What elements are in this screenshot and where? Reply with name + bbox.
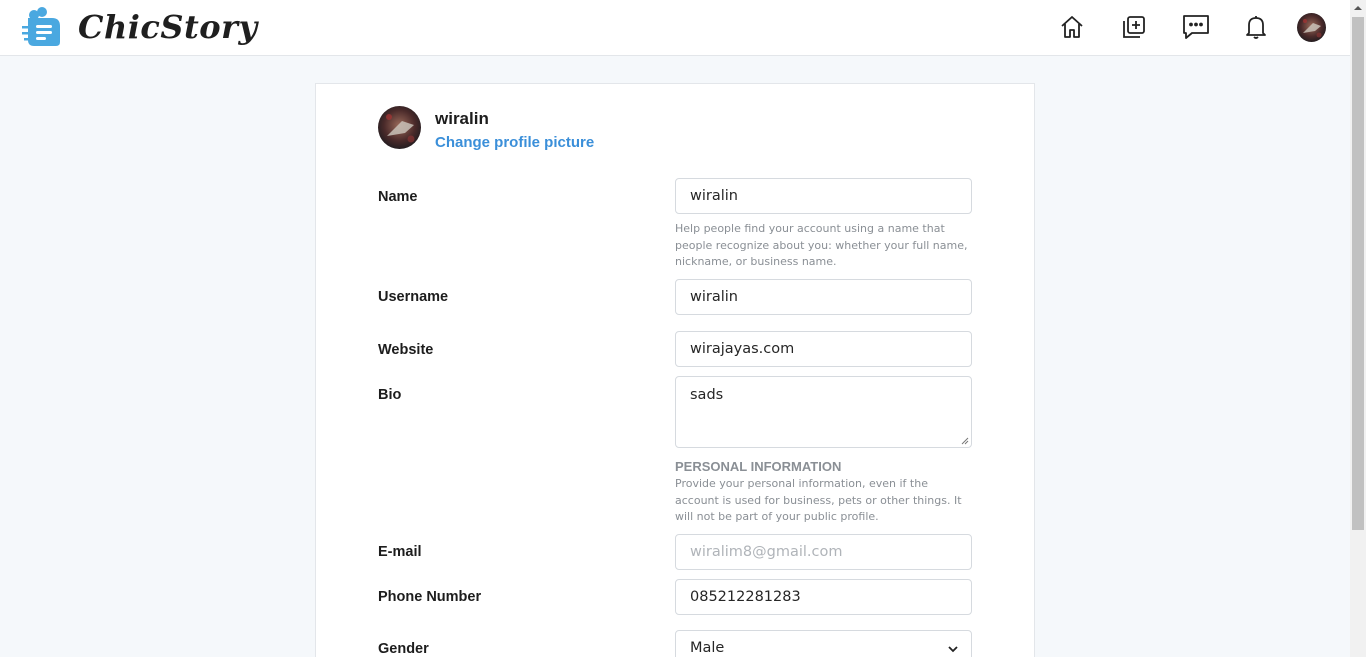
logo-icon bbox=[22, 7, 60, 46]
gender-selected-value: Male bbox=[690, 640, 725, 656]
profile-avatar[interactable] bbox=[378, 106, 421, 149]
resize-handle-icon[interactable] bbox=[961, 437, 969, 445]
change-profile-picture-link[interactable]: Change profile picture bbox=[435, 134, 594, 151]
nav-avatar[interactable] bbox=[1297, 13, 1326, 42]
email-label: E-mail bbox=[378, 544, 422, 560]
personal-info-title: PERSONAL INFORMATION bbox=[675, 459, 842, 474]
notifications-icon[interactable] bbox=[1241, 12, 1271, 42]
app-name: ChicStory bbox=[78, 8, 258, 46]
app-logo[interactable]: ChicStory bbox=[22, 6, 258, 48]
name-help-text: Help people find your account using a na… bbox=[675, 222, 968, 268]
scroll-up-icon[interactable] bbox=[1350, 0, 1366, 16]
scroll-thumb[interactable] bbox=[1352, 17, 1364, 530]
email-input[interactable]: wiralim8@gmail.com bbox=[675, 534, 972, 570]
home-icon[interactable] bbox=[1057, 12, 1087, 42]
bio-label: Bio bbox=[378, 387, 402, 403]
edit-profile-card: wiralin Change profile picture Name wira… bbox=[315, 83, 1035, 657]
website-label: Website bbox=[378, 342, 434, 358]
name-label: Name bbox=[378, 189, 418, 205]
phone-input[interactable]: 085212281283 bbox=[675, 579, 972, 615]
gender-select[interactable]: Male bbox=[675, 630, 972, 657]
profile-username: wiralin bbox=[435, 109, 489, 128]
chevron-down-icon bbox=[948, 646, 958, 653]
page-scrollbar[interactable] bbox=[1350, 0, 1366, 657]
website-input[interactable]: wirajayas.com bbox=[675, 331, 972, 367]
bio-textarea[interactable]: sads bbox=[675, 376, 972, 448]
username-input[interactable]: wiralin bbox=[675, 279, 972, 315]
name-input[interactable]: wiralin bbox=[675, 178, 972, 214]
bio-text: sads bbox=[690, 387, 724, 403]
personal-info-help: Provide your personal information, even … bbox=[675, 477, 962, 523]
messages-icon[interactable] bbox=[1181, 12, 1211, 42]
phone-label: Phone Number bbox=[378, 589, 482, 605]
top-navbar: ChicStory bbox=[0, 0, 1350, 56]
add-post-icon[interactable] bbox=[1119, 12, 1149, 42]
gender-label: Gender bbox=[378, 641, 429, 657]
username-label: Username bbox=[378, 289, 449, 305]
